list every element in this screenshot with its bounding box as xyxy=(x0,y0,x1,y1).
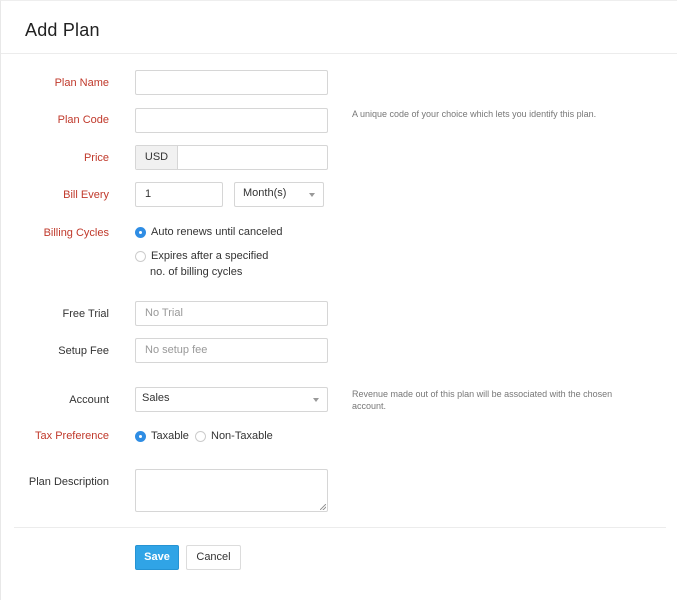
billing-cycle-option-label: Auto renews until canceled xyxy=(151,226,283,238)
setup-fee-label: Setup Fee xyxy=(58,345,109,357)
tax-option-label: Taxable xyxy=(151,430,189,442)
page-header: Add Plan xyxy=(1,1,677,54)
plan-name-input[interactable] xyxy=(135,70,328,95)
bill-every-input[interactable]: 1 xyxy=(135,182,223,207)
account-select-value: Sales xyxy=(142,392,170,404)
setup-fee-placeholder: No setup fee xyxy=(145,344,208,356)
add-plan-page: Add Plan Plan Name Plan Code A unique co… xyxy=(0,0,677,600)
currency-addon: USD xyxy=(136,146,178,169)
cancel-button[interactable]: Cancel xyxy=(186,545,241,570)
page-title: Add Plan xyxy=(25,20,100,40)
price-label: Price xyxy=(83,152,109,164)
radio-selected-icon[interactable] xyxy=(135,226,146,238)
plan-code-input[interactable] xyxy=(135,108,328,133)
free-trial-label: Free Trial xyxy=(62,308,109,320)
bill-every-unit-value: Month(s) xyxy=(243,187,287,199)
save-button[interactable]: Save xyxy=(135,545,179,570)
billing-cycles-label: Billing Cycles xyxy=(43,227,109,239)
tax-option-taxable[interactable]: Taxable xyxy=(135,430,189,442)
plan-name-label: Plan Name xyxy=(54,77,109,89)
radio-unselected-icon[interactable] xyxy=(195,430,206,442)
account-label: Account xyxy=(69,394,109,406)
tax-preference-label: Tax Preference xyxy=(35,430,109,442)
plan-description-textarea[interactable] xyxy=(135,469,328,512)
price-input-group: USD xyxy=(135,145,328,170)
setup-fee-input[interactable]: No setup fee xyxy=(135,338,328,363)
plan-description-label: Plan Description xyxy=(28,476,109,488)
free-trial-input[interactable]: No Trial xyxy=(135,301,328,326)
price-input[interactable] xyxy=(178,146,327,169)
billing-cycle-option-label-line1: Expires after a specified xyxy=(151,250,269,262)
bill-every-unit-select[interactable]: Month(s) xyxy=(234,182,324,207)
chevron-down-icon xyxy=(309,193,315,197)
resize-handle-icon[interactable] xyxy=(320,504,326,510)
radio-unselected-icon[interactable] xyxy=(135,250,146,262)
tax-option-label: Non-Taxable xyxy=(211,430,273,442)
billing-cycle-option-label-line2: no. of billing cycles xyxy=(150,266,243,278)
plan-code-help: A unique code of your choice which lets … xyxy=(352,109,597,119)
bill-every-label: Bill Every xyxy=(63,189,109,201)
chevron-down-icon xyxy=(313,398,319,402)
plan-code-label: Plan Code xyxy=(57,114,109,126)
account-help-line1: Revenue made out of this plan will be as… xyxy=(352,389,613,399)
account-select[interactable]: Sales xyxy=(135,387,328,412)
account-help: Revenue made out of this plan will be as… xyxy=(352,388,652,412)
tax-option-non-taxable[interactable]: Non-Taxable xyxy=(195,430,273,442)
footer-divider xyxy=(14,527,666,528)
free-trial-placeholder: No Trial xyxy=(145,307,183,319)
radio-selected-icon[interactable] xyxy=(135,430,146,442)
billing-cycle-option-auto-renew[interactable]: Auto renews until canceled xyxy=(135,226,282,238)
billing-cycle-option-expires[interactable]: Expires after a specified xyxy=(135,250,268,262)
account-help-line2: account. xyxy=(352,401,387,411)
